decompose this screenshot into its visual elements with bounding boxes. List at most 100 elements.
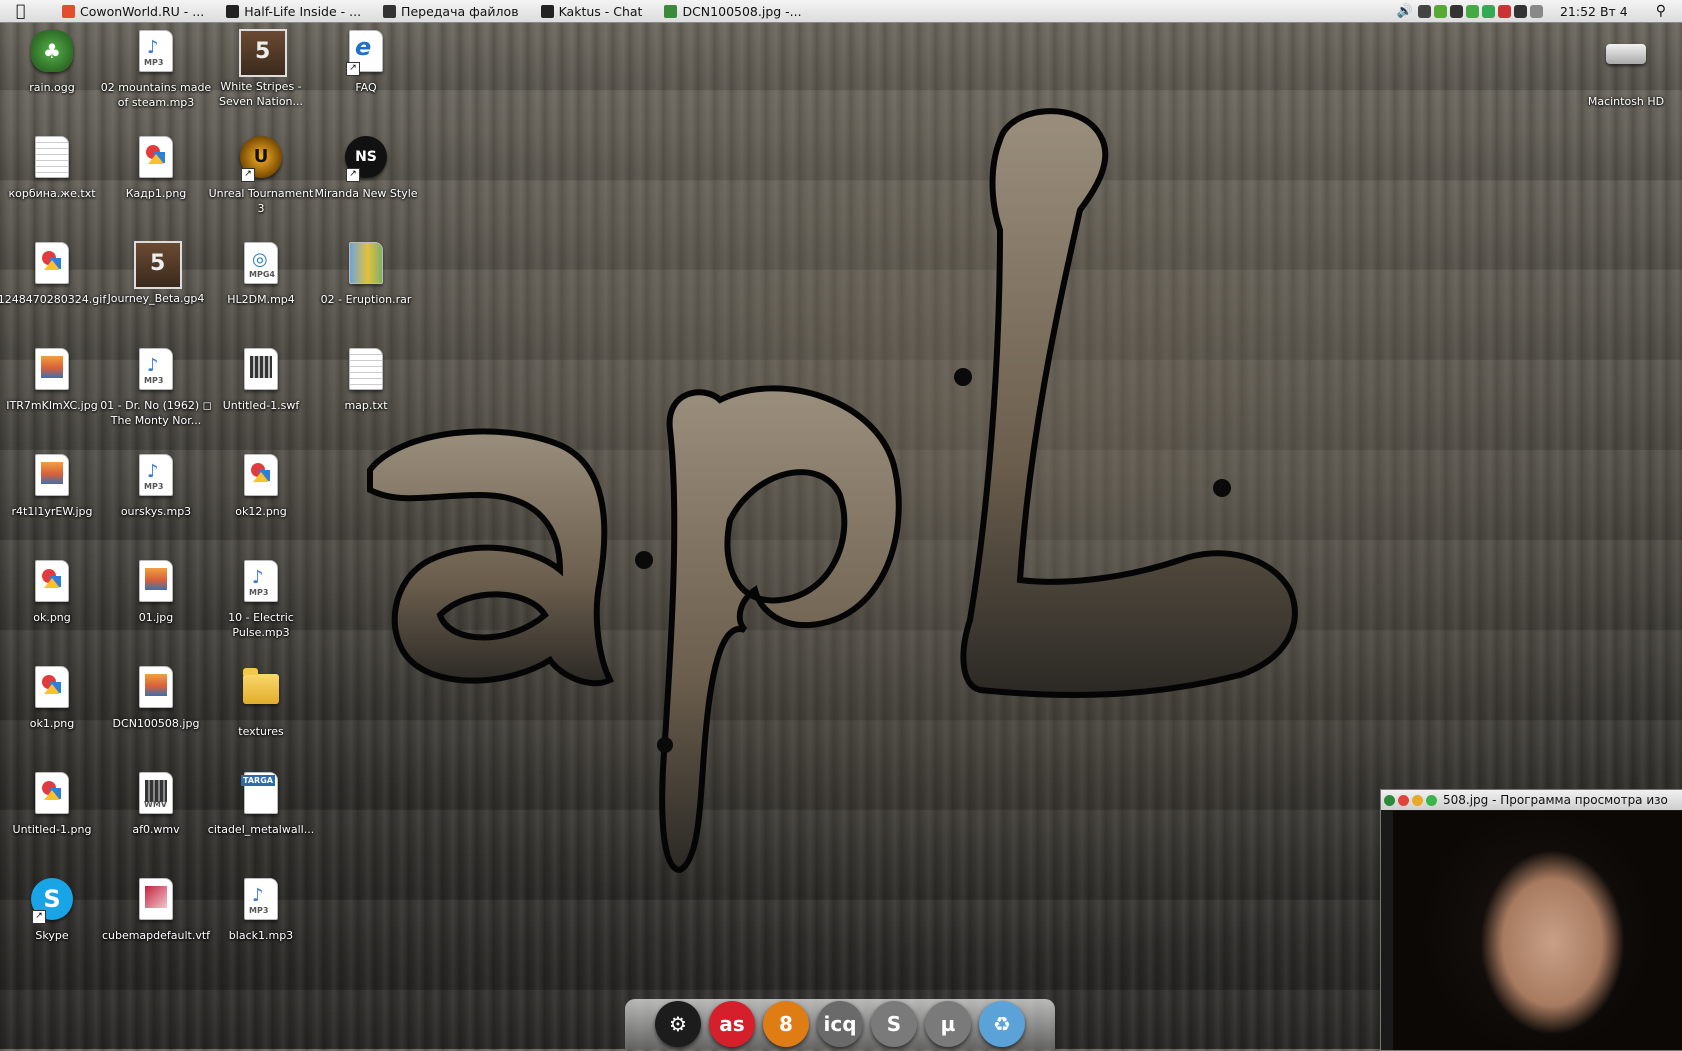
macintosh-hd[interactable]: Macintosh HD [1570, 32, 1682, 109]
minimize-icon[interactable] [1412, 794, 1423, 806]
graffiti-letter-L [960, 108, 1298, 698]
jpeg-file-icon [30, 454, 74, 500]
desktop-icon-label: Кадр1.png [125, 187, 187, 200]
task-3[interactable]: Передача файлов [383, 4, 519, 19]
desktop-icon-label: HL2DM.mp4 [227, 293, 295, 306]
desktop-icon-label: ok.png [33, 611, 71, 624]
utorrent-icon[interactable]: µ [925, 1001, 971, 1047]
desktop-icon-image-file[interactable]: ok.png [0, 558, 108, 625]
tray-icon-8[interactable] [1529, 4, 1543, 18]
jpeg-file-icon [30, 348, 74, 394]
tray-icon-7[interactable] [1513, 4, 1527, 18]
task-label: Kaktus - Chat [558, 3, 643, 19]
task-label: Half-Life Inside - ... [244, 3, 362, 19]
lastfm-icon[interactable]: as [709, 1001, 755, 1047]
wallpaper-graffiti [367, 108, 1298, 874]
steam-icon[interactable]: ⚙ [655, 1001, 701, 1047]
desktop-icon-mp3-file[interactable]: ♪ MP3 01 - Dr. No (1962) ◻ The Monty Nor..… [100, 346, 212, 428]
desktop-icon-targa-file[interactable]: TARGA citadel_metalwall... [205, 770, 317, 837]
desktop-icon-mp3-file[interactable]: ♪ MP3 ourskys.mp3 [100, 452, 212, 519]
desktop-icon-guitar-pro-file[interactable]: 5 White Stripes - Seven Nation... [205, 28, 317, 109]
hard-drive-icon [1606, 44, 1646, 64]
clock[interactable]: 21:52 Вт 4 [1560, 4, 1628, 19]
close-icon[interactable] [1398, 794, 1409, 806]
graffiti-letter-a [367, 428, 615, 687]
recycle-bin-icon[interactable]: ♻ [979, 1001, 1025, 1047]
desktop-icon-mp3-file[interactable]: ♪ MP3 10 - Electric Pulse.mp3 [205, 558, 317, 640]
tray-icon-6[interactable] [1497, 4, 1511, 18]
desktop-icon-label: ITR7mKImXC.jpg [6, 399, 98, 412]
mp3-file-icon: ♪ MP3 [239, 560, 283, 606]
desktop-icon-wmv-file[interactable]: WMV af0.wmv [100, 770, 212, 837]
desktop-icon-mp4-file[interactable]: ◎ MPG4 HL2DM.mp4 [205, 240, 317, 307]
viewer-app-icon [1384, 794, 1395, 806]
desktop-icon-jpeg-file[interactable]: ITR7mKImXC.jpg [0, 346, 108, 413]
desktop-icon-internet-explorer[interactable]: e ↗ FAQ [310, 28, 422, 95]
desktop-icon-label: rain.ogg [29, 81, 75, 94]
desktop-icon-label: r4t1l1yrEW.jpg [11, 505, 93, 518]
jpeg-file-icon [134, 666, 178, 712]
mp4-file-icon: ◎ MPG4 [239, 242, 283, 288]
desktop-icon-label: ok1.png [29, 717, 75, 730]
zoom-icon[interactable] [1426, 794, 1437, 806]
icq-icon[interactable]: icq [817, 1001, 863, 1047]
volume-icon[interactable]: 🔊 [1397, 4, 1413, 19]
desktop-icon-swf-file[interactable]: Untitled-1.swf [205, 346, 317, 413]
task-4[interactable]: Kaktus - Chat [540, 3, 643, 19]
desktop-icon-label: ok12.png [235, 505, 287, 518]
dock: ⚙ as 8 icq Sµ ♻ [625, 999, 1055, 1049]
rain-ogg-icon: ♣ [30, 30, 74, 76]
desktop-icon-image-file[interactable]: Untitled-1.png [0, 770, 108, 837]
desktop-icon-label: cubemapdefault.vtf [101, 929, 211, 942]
desktop-icon-unreal-tournament[interactable]: U ↗ Unreal Tournament 3 [205, 134, 317, 216]
tray-icon-1[interactable] [1417, 4, 1431, 18]
image-viewer-window[interactable]: 508.jpg - Программа просмотра изо [1380, 789, 1682, 1051]
macintosh-hd-label: Macintosh HD [1587, 95, 1665, 108]
task-2[interactable]: Half-Life Inside - ... [226, 4, 361, 19]
tray-icon-5[interactable] [1481, 4, 1495, 18]
task-5[interactable]: DCN100508.jpg -... [664, 4, 802, 19]
desktop-icon-image-file[interactable]: ok12.png [205, 452, 317, 519]
skype-dock-icon[interactable]: S [871, 1001, 917, 1047]
image-file-icon [30, 772, 74, 818]
desktop-icon-label: Untitled-1.swf [222, 399, 300, 412]
image-viewer-icon [664, 4, 678, 18]
desktop-icon-image-file[interactable]: ok1.png [0, 664, 108, 731]
desktop-icon-skype[interactable]: S ↗ Skype [0, 876, 108, 943]
apple-menu-icon[interactable]:  [16, 0, 40, 22]
fl-studio-icon[interactable]: 8 [763, 1001, 809, 1047]
tray-icon-3[interactable] [1449, 4, 1463, 18]
steam-window-icon [226, 4, 240, 18]
mp3-file-icon: ♪ MP3 [134, 30, 178, 76]
desktop-icon-image-file[interactable]: Кадр1.png [100, 134, 212, 201]
desktop-icon-text-file[interactable]: корбина.же.txt [0, 134, 108, 201]
text-file-icon [30, 136, 74, 182]
desktop-icon-label: DCN100508.jpg [112, 717, 200, 730]
spotlight-search-icon[interactable]: ⚲ [1656, 3, 1666, 19]
image-file-icon [30, 560, 74, 606]
desktop-icon-rain-ogg[interactable]: ♣ rain.ogg [0, 28, 108, 95]
viewer-titlebar[interactable]: 508.jpg - Программа просмотра изо [1381, 790, 1682, 810]
desktop-icon-mp3-file[interactable]: ♪ MP3 02 mountains made of steam.mp3 [100, 28, 212, 110]
desktop-icon-folder[interactable]: textures [205, 664, 317, 739]
tray-icon-2[interactable] [1433, 4, 1447, 18]
desktop-icon-label: af0.wmv [132, 823, 180, 836]
tray-icon-4[interactable] [1465, 4, 1479, 18]
desktop-icon-guitar-pro-file[interactable]: 5 Journey_Beta.gp4 [100, 240, 212, 306]
folder-icon [239, 668, 283, 720]
desktop-icon-jpeg-file[interactable]: r4t1l1yrEW.jpg [0, 452, 108, 519]
desktop-icon-label: 01 - Dr. No (1962) ◻ The Monty Nor... [100, 399, 212, 427]
desktop-icon-vtf-file[interactable]: cubemapdefault.vtf [100, 876, 212, 943]
steam-window-icon [540, 4, 554, 18]
task-1[interactable]: CowonWorld.RU - ... [62, 4, 204, 19]
task-label: CowonWorld.RU - ... [80, 3, 205, 19]
desktop-icon-jpeg-file[interactable]: 01.jpg [100, 558, 212, 625]
graffiti-letter-p [659, 385, 902, 874]
desktop-icon-jpeg-file[interactable]: DCN100508.jpg [100, 664, 212, 731]
desktop-icon-label: 1248470280324.gif [0, 293, 107, 306]
desktop-icon-image-file[interactable]: 1248470280324.gif [0, 240, 108, 307]
desktop-icon-label: 01.jpg [138, 611, 174, 624]
taskbar-list: CowonWorld.RU - ... Half-Life Inside - ..… [40, 4, 802, 19]
swf-file-icon [239, 348, 283, 394]
desktop-icon-mp3-file[interactable]: ♪ MP3 black1.mp3 [205, 876, 317, 943]
